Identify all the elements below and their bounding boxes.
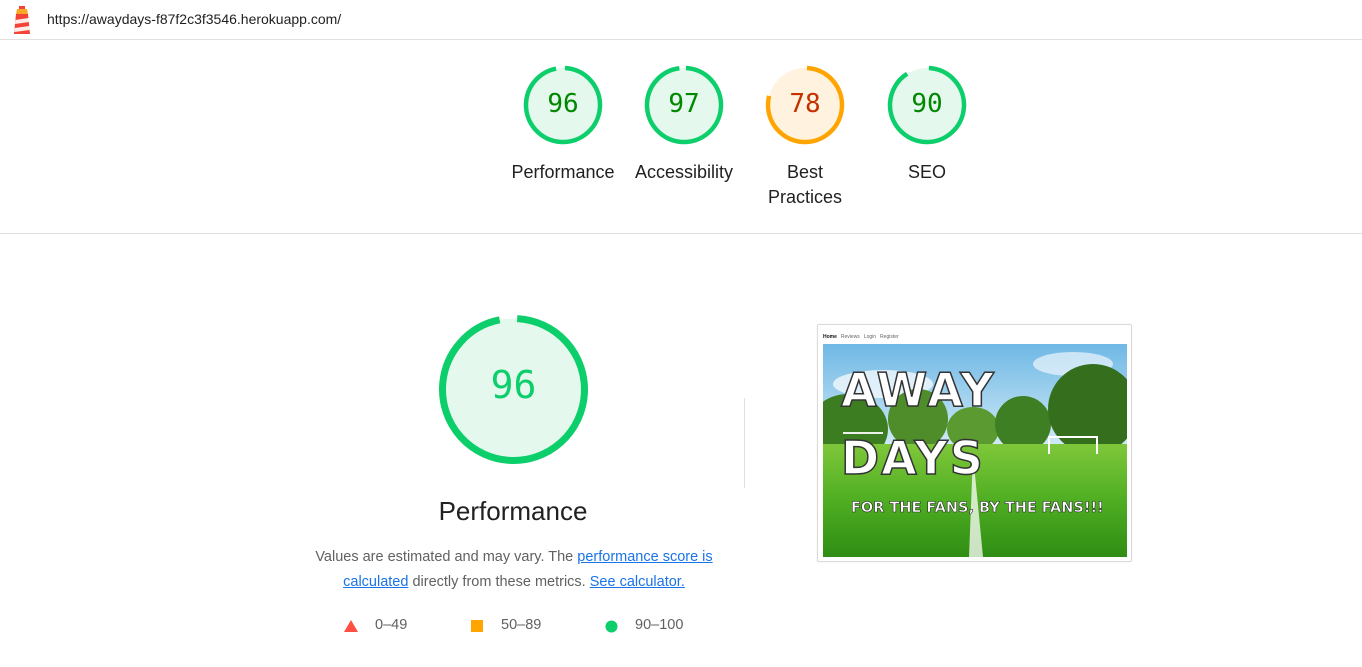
screenshot-nav-home: Home (823, 334, 837, 340)
gauge-score: 78 (789, 89, 821, 119)
triangle-icon (344, 620, 358, 632)
vertical-divider (744, 398, 745, 488)
description-text-middle: directly from these metrics. (408, 574, 590, 590)
screenshot-hero-line2: DAYS (841, 431, 985, 485)
report-header: https://awaydays-f87f2c3f3546.herokuapp.… (0, 0, 1362, 40)
circle-icon (605, 620, 618, 633)
category-gauges: 96 Performance 97 Accessibility 78 Best … (0, 40, 1362, 234)
gauge-score: 97 (668, 89, 700, 119)
final-screenshot[interactable]: Home Reviews Login Register AWAY DAYS FO… (817, 324, 1132, 562)
screenshot-hero-line1: AWAY (841, 363, 996, 417)
performance-title: Performance (438, 496, 588, 526)
screenshot-nav-reviews: Reviews (840, 334, 860, 340)
legend-label: 90–100 (635, 617, 684, 633)
performance-description: Values are estimated and may vary. The p… (298, 545, 730, 595)
gauge-score: 96 (547, 89, 579, 119)
screenshot-tagline: FOR THE FANS, BY THE FANS!!! (851, 500, 1104, 516)
gauge-label: SEO (907, 162, 946, 182)
screenshot-nav-register: Register (880, 334, 899, 340)
see-calculator-link[interactable]: See calculator. (590, 574, 685, 590)
gauge-label: Accessibility (634, 162, 734, 182)
legend-label: 0–49 (375, 617, 408, 633)
gauge-seo[interactable]: 90 SEO (866, 64, 988, 185)
square-icon (471, 620, 483, 632)
screenshot-navbar: Home Reviews Login Register (823, 334, 903, 340)
legend-label: 50–89 (501, 617, 542, 633)
gauge-label: Best Practices (767, 162, 843, 207)
gauge-best-practices[interactable]: 78 Best Practices (744, 64, 866, 210)
page-url[interactable]: https://awaydays-f87f2c3f3546.herokuapp.… (47, 11, 341, 27)
performance-score: 96 (490, 363, 537, 407)
gauge-accessibility[interactable]: 97 Accessibility (623, 64, 745, 185)
gauge-score: 90 (911, 89, 943, 119)
screenshot-hero-image: AWAY DAYS FOR THE FANS, BY THE FANS!!! (823, 344, 1127, 557)
lighthouse-icon (14, 6, 30, 34)
screenshot-nav-login: Login (863, 334, 877, 340)
description-text: Values are estimated and may vary. The (315, 549, 578, 565)
gauge-label: Performance (511, 162, 615, 182)
gauge-performance[interactable]: 96 Performance (502, 64, 624, 185)
